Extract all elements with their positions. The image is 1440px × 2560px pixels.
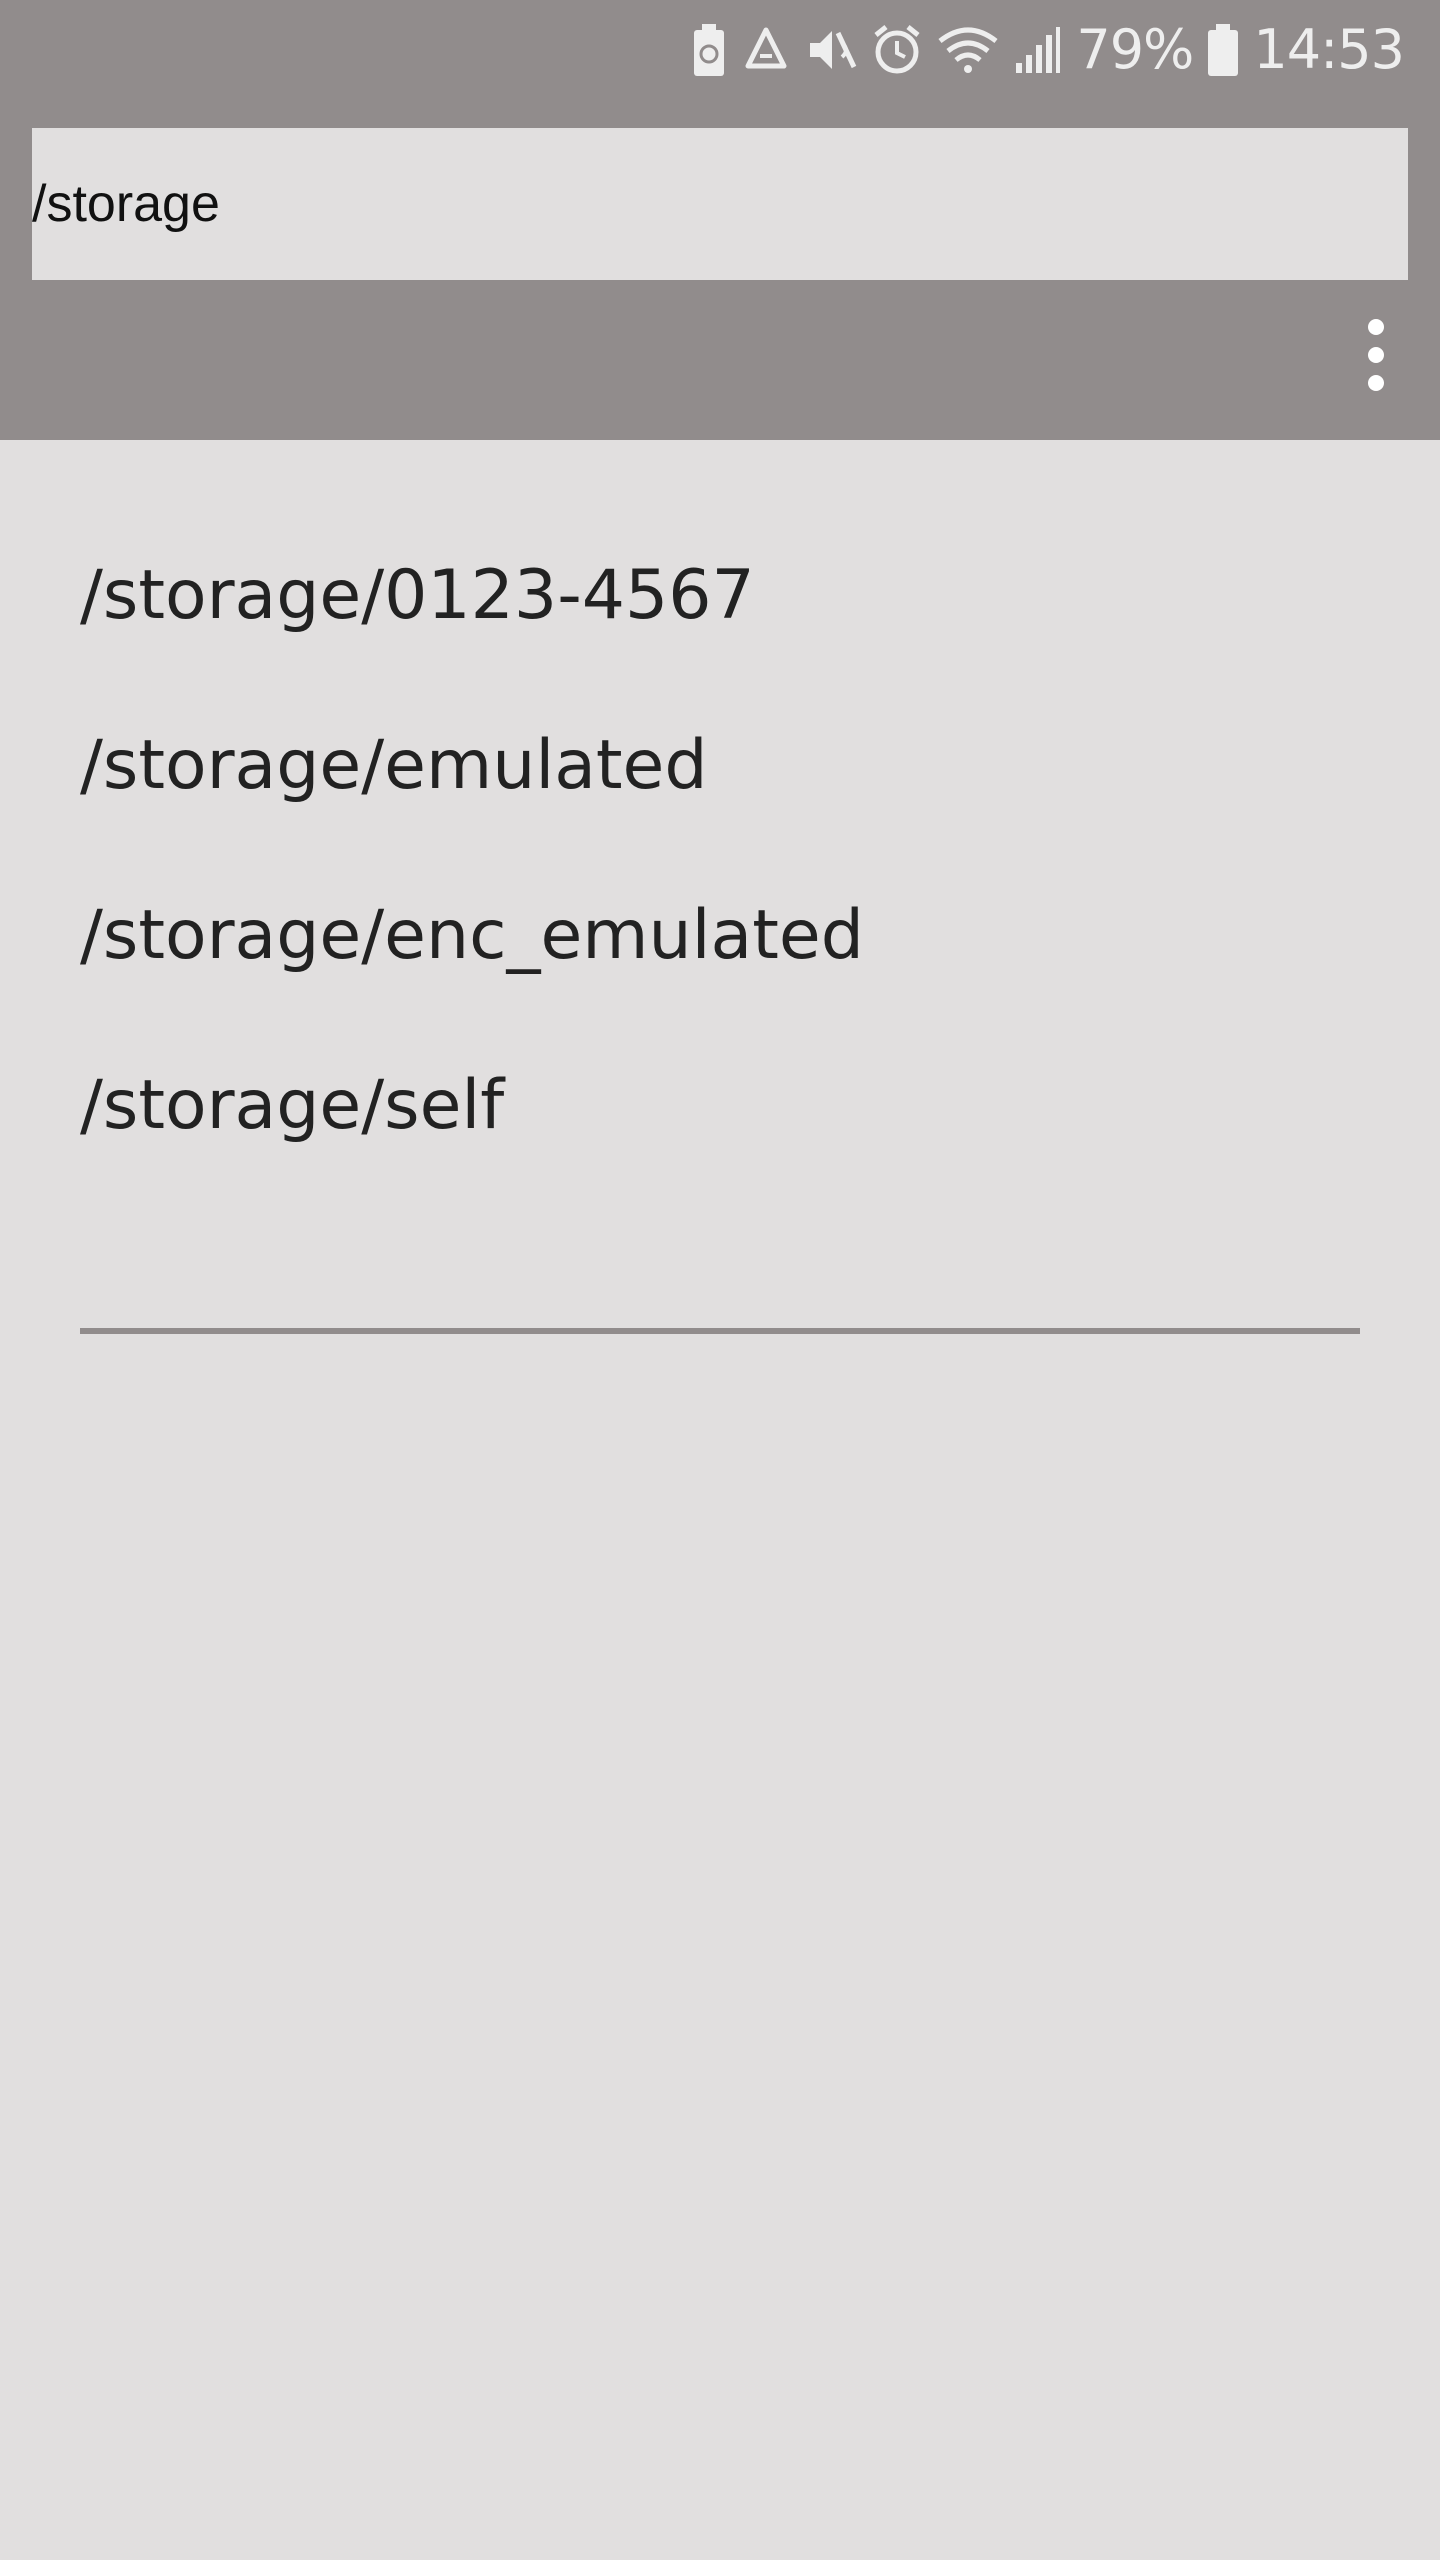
list-divider <box>80 1328 1360 1334</box>
path-field[interactable]: /storage <box>32 128 1408 280</box>
directory-item-enc-emulated[interactable]: /storage/enc_emulated <box>80 860 1360 1010</box>
directory-item-emulated[interactable]: /storage/emulated <box>80 690 1360 840</box>
recycle-icon <box>740 26 792 74</box>
signal-icon <box>1014 25 1062 75</box>
battery-saver-icon <box>692 24 726 76</box>
clock: 14:53 <box>1253 18 1405 81</box>
mute-icon <box>806 25 858 75</box>
directory-item-self[interactable]: /storage/self <box>80 1030 1360 1180</box>
alarm-icon <box>872 25 922 75</box>
app-bar: /storage <box>0 100 1440 440</box>
battery-icon <box>1207 24 1239 76</box>
overflow-menu-button[interactable] <box>1346 310 1406 400</box>
battery-percent: 79% <box>1076 18 1194 81</box>
wifi-icon <box>936 25 1000 75</box>
status-icons: 79% 14:53 <box>692 14 1405 86</box>
more-vert-icon <box>1368 319 1384 391</box>
directory-item-0123-4567[interactable]: /storage/0123-4567 <box>80 520 1360 670</box>
status-bar: 79% 14:53 <box>0 0 1440 100</box>
current-path-text: /storage <box>32 175 220 233</box>
